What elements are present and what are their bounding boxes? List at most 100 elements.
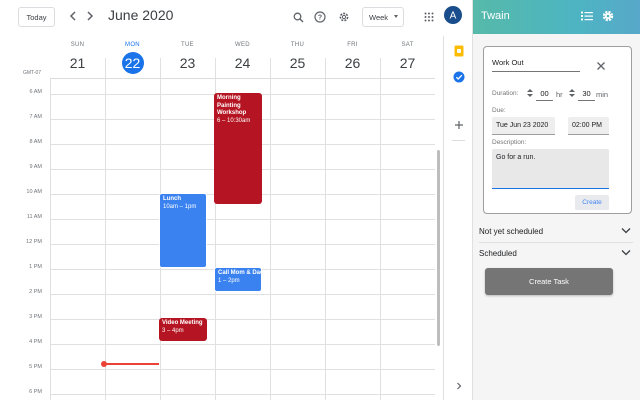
day-name: THU (290, 42, 305, 48)
day-name: WED (235, 42, 250, 48)
event-title: Lunch (163, 196, 181, 202)
description-input[interactable]: Go for a run. (492, 149, 609, 189)
strip-divider (452, 140, 465, 141)
header-divider (105, 58, 106, 78)
time-label: 9 AM (29, 164, 42, 170)
day-header-sun[interactable]: SUN 21 (50, 42, 105, 74)
duration-label: Duration: (492, 90, 519, 97)
task-name-input[interactable]: Work Out (492, 58, 580, 72)
settings-icon[interactable] (336, 9, 352, 25)
day-number[interactable]: 26 (325, 52, 380, 74)
apps-grid-icon[interactable] (421, 9, 437, 25)
header-divider (380, 58, 381, 78)
chevron-down-icon (621, 249, 631, 258)
month-title: June 2020 (108, 7, 174, 23)
time-label: 12 PM (26, 239, 42, 245)
keep-icon[interactable] (452, 44, 465, 57)
hours-stepper[interactable] (523, 86, 537, 100)
section-not-yet-scheduled[interactable]: Not yet scheduled (479, 223, 633, 239)
previous-week-icon[interactable] (66, 8, 80, 24)
event-video-meeting[interactable]: Video Meeting 3 – 4pm (159, 318, 207, 341)
add-icon[interactable] (452, 118, 465, 131)
minutes-stepper[interactable] (565, 86, 579, 100)
time-label: 1 PM (29, 264, 42, 270)
panel-settings-icon[interactable] (601, 9, 615, 23)
event-time: 6 – 10:30am (217, 117, 251, 124)
today-button[interactable]: Today (18, 7, 55, 27)
day-number[interactable]: 22 (121, 52, 144, 74)
current-time-line (104, 363, 159, 365)
day-name: FRI (347, 42, 358, 48)
day-column-divider (325, 79, 326, 400)
hour-gridline (50, 394, 435, 395)
twain-title: Twain (481, 10, 510, 22)
svg-text:?: ? (318, 15, 322, 22)
day-header-thu[interactable]: THU 25 (270, 42, 325, 74)
day-header-tue[interactable]: TUE 23 (160, 42, 215, 74)
day-column-divider (105, 79, 106, 400)
day-header-wed[interactable]: WED 24 (215, 42, 270, 74)
day-number[interactable]: 21 (50, 52, 105, 74)
time-label: 11 AM (26, 214, 42, 220)
view-select[interactable]: Week (362, 7, 404, 27)
expand-panel-icon[interactable] (452, 379, 465, 392)
hours-unit: hr (556, 90, 563, 99)
list-icon[interactable] (580, 9, 594, 23)
header-divider (215, 58, 216, 78)
header-divider (270, 58, 271, 78)
calendar-scrollbar-thumb[interactable] (437, 150, 440, 346)
hour-gridline (50, 244, 435, 245)
tasks-icon[interactable] (452, 70, 465, 83)
twain-header: Twain (473, 0, 640, 34)
time-label: 8 AM (29, 139, 42, 145)
time-label: 5 PM (29, 364, 42, 370)
event-morning-painting-workshop[interactable]: Morning Painting Workshop 6 – 10:30am (214, 93, 262, 204)
hours-input[interactable]: 00 (536, 87, 553, 101)
hour-gridline (50, 219, 435, 220)
time-label: 3 PM (29, 314, 42, 320)
day-header-sat[interactable]: SAT 27 (380, 42, 435, 74)
due-label: Due: (492, 107, 506, 114)
chevron-down-icon (394, 15, 398, 18)
close-icon[interactable] (596, 58, 608, 70)
time-label: 6 AM (29, 89, 42, 95)
calendar-toolbar: Today June 2020 ? Week (0, 0, 443, 36)
day-column-divider (380, 79, 381, 400)
day-header-fri[interactable]: FRI 26 (325, 42, 380, 74)
hour-gridline (50, 344, 435, 345)
event-title: Morning Painting Workshop (217, 95, 247, 116)
day-number[interactable]: 23 (160, 52, 215, 74)
task-form-card: Work Out Duration: 00 hr 30 min Due: Tue… (483, 46, 632, 214)
hour-gridline (50, 294, 435, 295)
create-task-button[interactable]: Create Task (485, 268, 613, 295)
event-time: 10am – 1pm (163, 203, 197, 210)
event-call-mom-dad[interactable]: Call Mom & Dad 1 – 2pm (214, 267, 262, 292)
day-header-mon[interactable]: MON 22 (105, 42, 160, 74)
svg-text:A: A (450, 11, 457, 22)
help-icon[interactable]: ? (312, 9, 328, 25)
event-title: Video Meeting (162, 320, 203, 326)
due-time-input[interactable]: 02:00 PM (568, 117, 609, 135)
search-icon[interactable] (290, 9, 306, 25)
time-label: 10 AM (26, 189, 42, 195)
create-button[interactable]: Create (575, 195, 609, 210)
minutes-input[interactable]: 30 (578, 87, 595, 101)
due-date-input[interactable]: Tue Jun 23 2020 (492, 117, 555, 135)
day-column-divider (50, 79, 51, 400)
day-number[interactable]: 27 (380, 52, 435, 74)
section-label: Not yet scheduled (479, 226, 544, 236)
event-time: 3 – 4pm (162, 327, 184, 334)
time-label: 6 PM (29, 389, 42, 395)
time-label: 4 PM (29, 339, 42, 345)
day-number[interactable]: 25 (270, 52, 325, 74)
avatar[interactable]: A (444, 6, 462, 29)
header-divider (160, 58, 161, 78)
header-divider (325, 58, 326, 78)
section-scheduled[interactable]: Scheduled (479, 245, 633, 261)
view-select-label: Week (369, 12, 389, 22)
day-number[interactable]: 24 (215, 52, 270, 74)
hour-gridline (50, 319, 435, 320)
section-label: Scheduled (479, 248, 517, 258)
event-lunch[interactable]: Lunch 10am – 1pm (159, 193, 207, 268)
next-week-icon[interactable] (83, 8, 97, 24)
